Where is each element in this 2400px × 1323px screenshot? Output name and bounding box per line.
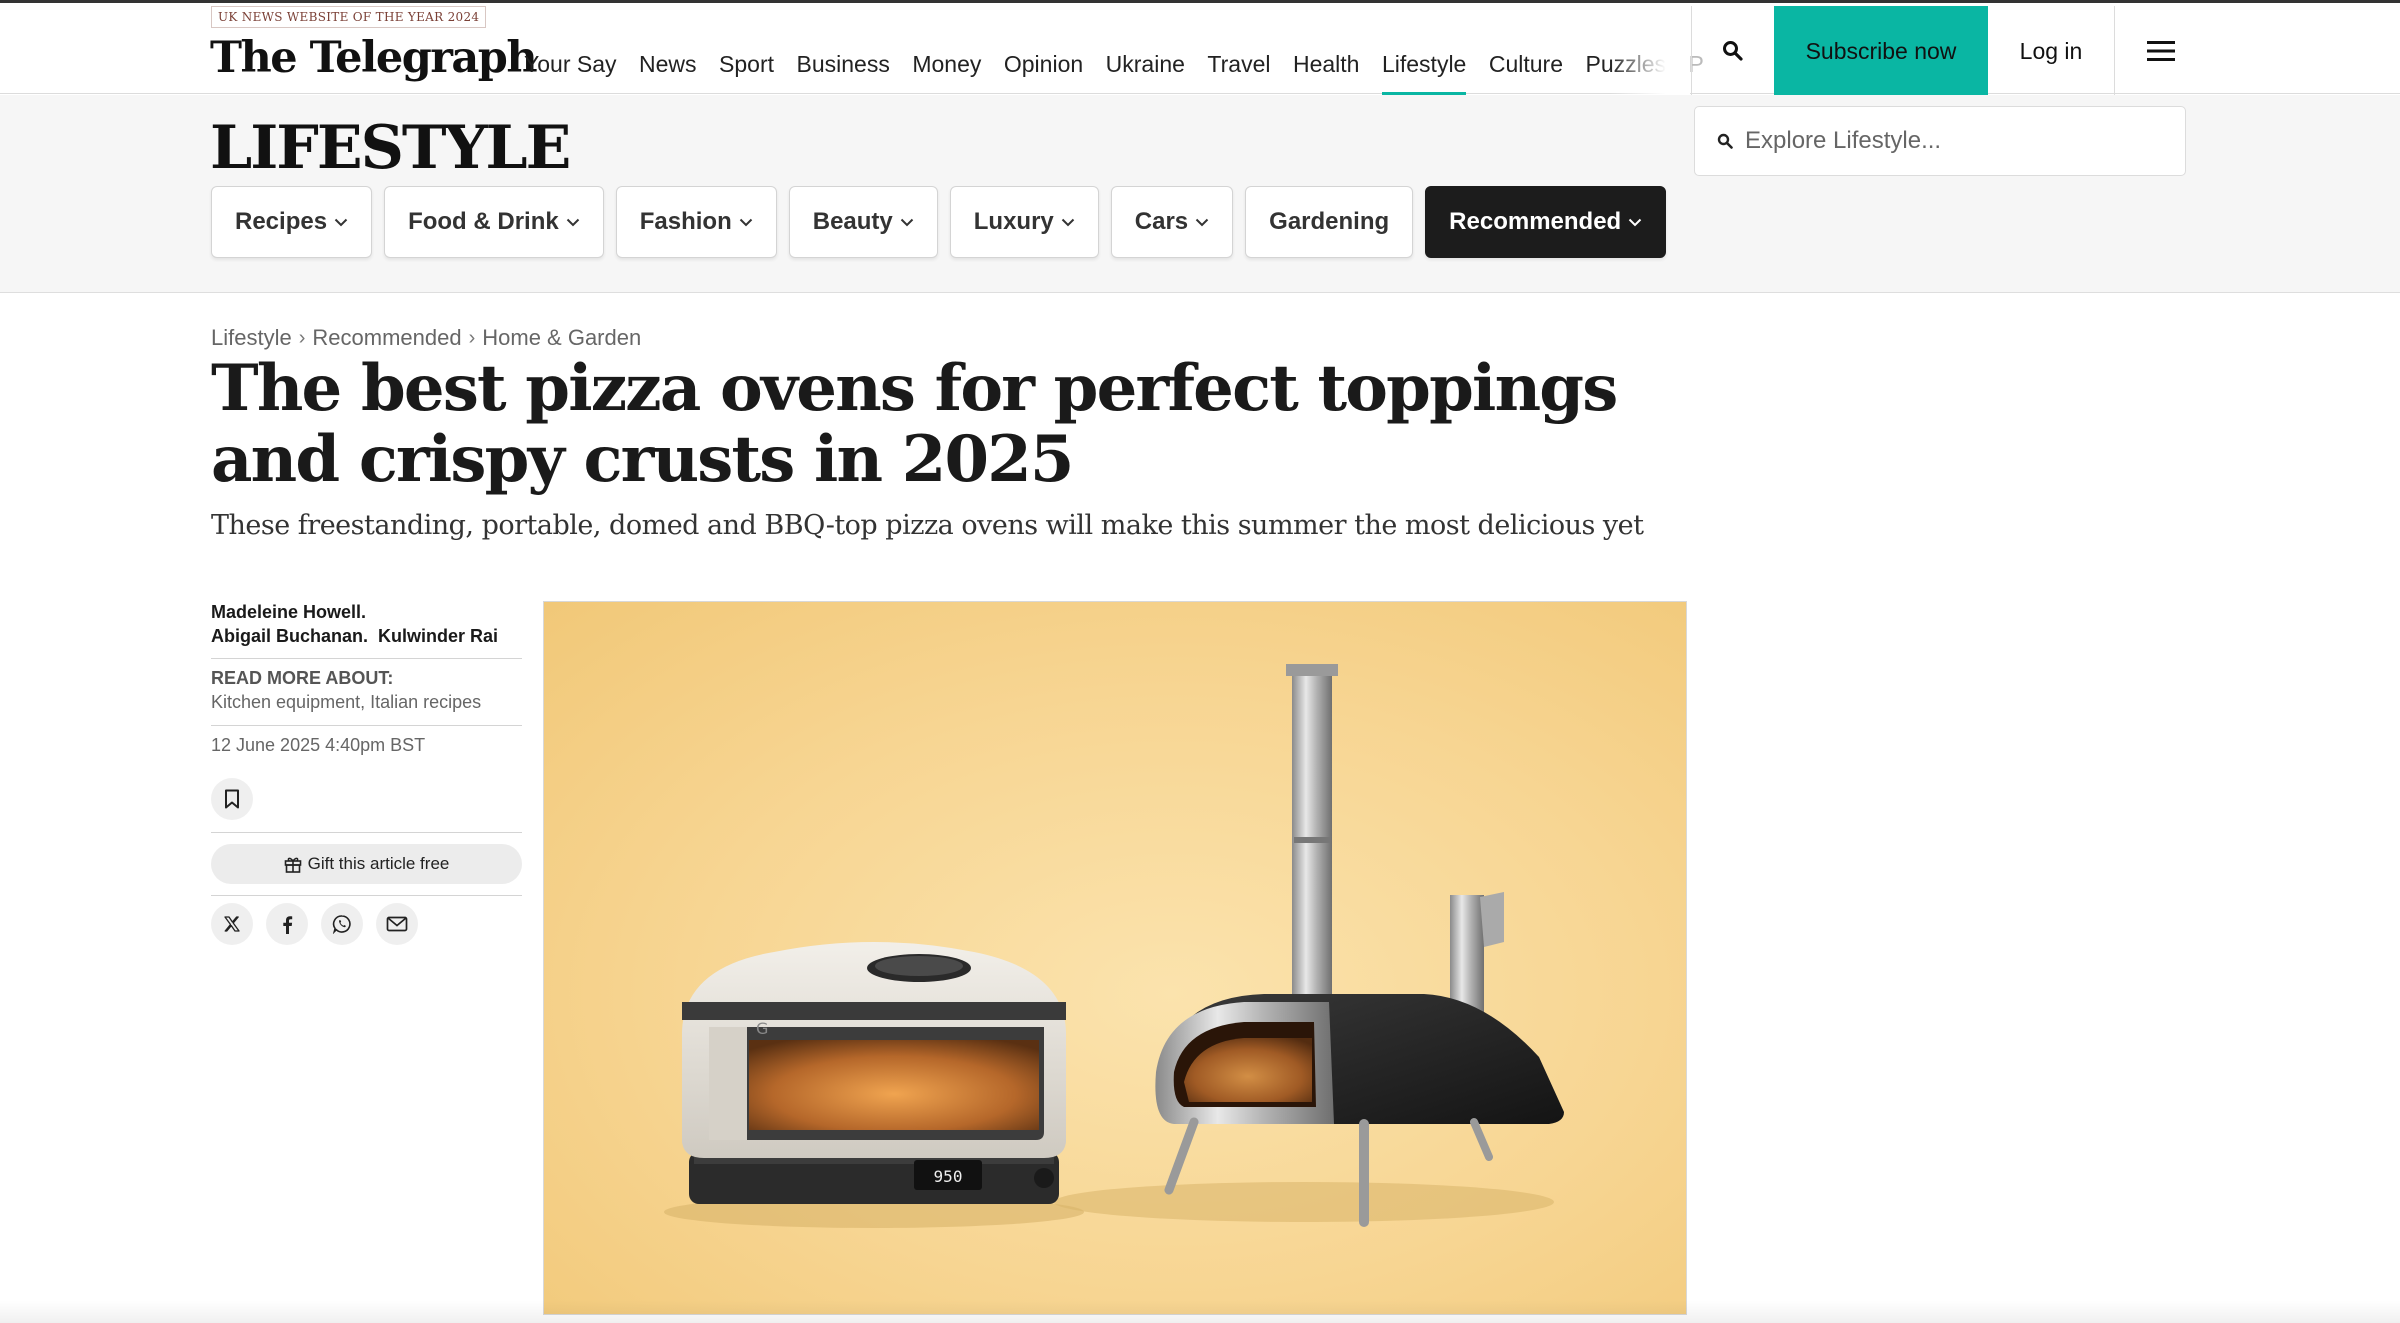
nav-fade-overlay (1610, 6, 1690, 96)
chevron-right-icon: › (468, 326, 476, 349)
chevron-down-icon (334, 218, 348, 227)
subnav-label: Cars (1134, 208, 1189, 235)
chevron-down-icon (1195, 218, 1209, 227)
section-header: LIFESTYLE Recipes Food & Drink Fashion B… (0, 95, 2400, 293)
author-line[interactable]: Abigail Buchanan. Kulwinder Rai (211, 624, 522, 648)
search-button[interactable] (1692, 6, 1774, 96)
nav-item-money[interactable]: Money (912, 49, 981, 79)
subnav-label: Food & Drink (408, 208, 559, 235)
chevron-down-icon (1061, 218, 1075, 227)
subnav-food-drink[interactable]: Food & Drink (384, 186, 604, 258)
nav-item-sport[interactable]: Sport (719, 49, 774, 79)
email-icon (386, 916, 408, 932)
subnav-label: Fashion (639, 208, 732, 235)
nav-item-travel[interactable]: Travel (1207, 49, 1270, 79)
bookmark-icon (225, 789, 239, 809)
oven-brand-mark: G (756, 1019, 768, 1038)
subnav-recommended[interactable]: Recommended (1425, 186, 1667, 258)
chevron-right-icon: › (298, 326, 306, 349)
section-title: LIFESTYLE (210, 113, 571, 183)
search-icon (1717, 133, 1733, 149)
lifestyle-subnav: Recipes Food & Drink Fashion Beauty Luxu… (211, 186, 1678, 258)
author-byline: Madeleine Howell. Abigail Buchanan. Kulw… (211, 600, 522, 648)
subnav-label: Beauty (812, 208, 893, 235)
share-buttons (211, 903, 522, 945)
facebook-icon (283, 915, 293, 934)
divider (211, 658, 522, 659)
subnav-label: Recipes (235, 208, 328, 235)
pizza-ovens-image: 950 G (664, 664, 1564, 1228)
oven-display-text: 950 (934, 1167, 963, 1186)
whatsapp-icon (332, 915, 351, 934)
author-line[interactable]: Madeleine Howell. (211, 600, 522, 624)
subnav-label: Luxury (973, 208, 1054, 235)
article-headline: The best pizza ovens for perfect topping… (211, 351, 1618, 497)
breadcrumb-lifestyle[interactable]: Lifestyle (211, 325, 292, 351)
domed-pizza-oven: 950 G (682, 942, 1066, 1204)
nav-item-health[interactable]: Health (1293, 49, 1359, 79)
nav-item-news[interactable]: News (639, 49, 697, 79)
share-email-button[interactable] (376, 903, 418, 945)
read-more-label: READ MORE ABOUT: (211, 668, 394, 688)
main-nav: Your Say News Sport Business Money Opini… (524, 49, 1726, 96)
site-header: UK NEWS WEBSITE OF THE YEAR 2024 The Tel… (0, 0, 2400, 96)
share-whatsapp-button[interactable] (321, 903, 363, 945)
menu-button[interactable] (2115, 6, 2207, 96)
nav-item-business[interactable]: Business (797, 49, 890, 79)
scroll-shadow (0, 1300, 2400, 1323)
x-icon (224, 916, 240, 932)
subnav-gardening[interactable]: Gardening (1245, 186, 1414, 258)
chevron-down-icon (739, 218, 753, 227)
award-badge: UK NEWS WEBSITE OF THE YEAR 2024 (211, 6, 487, 28)
explore-input[interactable] (1745, 127, 2145, 155)
gift-label: Gift this article free (307, 854, 450, 873)
hero-image: 950 G (543, 601, 1687, 1315)
search-icon (1723, 41, 1743, 61)
chevron-down-icon (1628, 218, 1642, 227)
chevron-down-icon (566, 218, 580, 227)
subnav-beauty[interactable]: Beauty (788, 186, 938, 258)
nav-item-culture[interactable]: Culture (1489, 49, 1563, 79)
article-standfirst: These freestanding, portable, domed and … (211, 510, 1644, 541)
subnav-recipes[interactable]: Recipes (211, 186, 373, 258)
chevron-down-icon (900, 218, 914, 227)
subnav-label: Recommended (1449, 208, 1622, 235)
gift-icon (284, 856, 302, 873)
publish-date: 12 June 2025 4:40pm BST (211, 735, 426, 755)
subnav-label: Gardening (1269, 208, 1390, 235)
gift-article-button[interactable]: Gift this article free (211, 844, 522, 884)
divider (211, 725, 522, 726)
login-button[interactable]: Log in (1988, 6, 2114, 96)
topic-tags[interactable]: Kitchen equipment, Italian recipes (211, 690, 522, 714)
subscribe-button[interactable]: Subscribe now (1774, 6, 1988, 96)
nav-item-opinion[interactable]: Opinion (1004, 49, 1083, 79)
share-x-button[interactable] (211, 903, 253, 945)
explore-search-box[interactable] (1694, 106, 2186, 176)
breadcrumb-recommended[interactable]: Recommended (312, 325, 461, 351)
divider (211, 832, 522, 833)
subnav-cars[interactable]: Cars (1110, 186, 1234, 258)
subnav-luxury[interactable]: Luxury (949, 186, 1099, 258)
telegraph-logo[interactable]: The Telegraph (210, 29, 538, 87)
subnav-fashion[interactable]: Fashion (615, 186, 777, 258)
nav-item-ukraine[interactable]: Ukraine (1106, 49, 1185, 79)
nav-item-your-say[interactable]: Your Say (524, 49, 617, 79)
nav-item-lifestyle[interactable]: Lifestyle (1381, 49, 1467, 96)
divider (211, 895, 522, 896)
article-meta: Madeleine Howell. Abigail Buchanan. Kulw… (211, 600, 522, 945)
bookmark-button[interactable] (211, 778, 253, 820)
share-facebook-button[interactable] (266, 903, 308, 945)
portable-pizza-oven (1155, 664, 1564, 1227)
breadcrumb: Lifestyle › Recommended › Home & Garden (211, 325, 641, 351)
breadcrumb-home-garden[interactable]: Home & Garden (482, 325, 641, 351)
hamburger-menu-icon (2147, 41, 2175, 61)
